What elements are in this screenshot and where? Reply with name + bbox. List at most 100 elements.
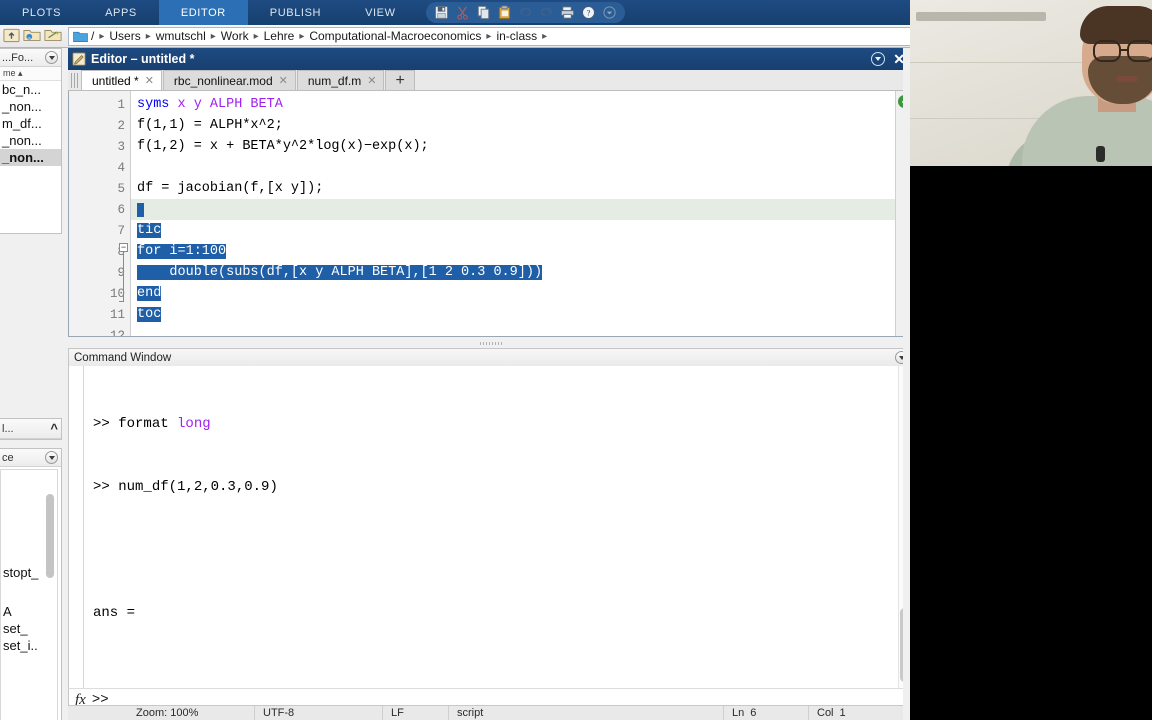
status-line-label: Ln — [732, 707, 745, 719]
status-zoom-label: Zoom: 100% — [136, 707, 199, 719]
list-item[interactable]: set_ — [1, 620, 57, 637]
editor-panel: Editor – untitled * ✕ untitled * ✕ rbc_n… — [68, 48, 913, 338]
list-item[interactable]: m_df... — [0, 115, 61, 132]
command-line: >> format long — [93, 414, 912, 435]
new-tab-label: + — [395, 71, 405, 89]
output-line: ans = — [93, 605, 136, 621]
browse-folder-icon[interactable] — [23, 27, 41, 46]
panel-options-icon[interactable] — [45, 451, 58, 464]
close-icon[interactable]: ✕ — [367, 74, 376, 87]
prompt: >> — [93, 479, 119, 495]
command-line: >> num_df(1,2,0.3,0.9) — [93, 477, 912, 498]
breadcrumb-item-in-class[interactable]: in-class — [496, 29, 537, 43]
webcam-person-mouth — [1116, 76, 1138, 82]
breadcrumb-item-computational-macroeconomics[interactable]: Computational-Macroeconomics — [309, 29, 481, 43]
redo-icon — [537, 3, 556, 22]
list-item-label: _non... — [2, 150, 44, 165]
breadcrumb-separator: ▸ — [145, 30, 151, 42]
code-fold-toggle[interactable]: − — [119, 243, 128, 252]
status-line-ending[interactable]: LF — [383, 705, 449, 720]
status-line-value: 6 — [750, 707, 757, 719]
new-tab-button[interactable]: + — [385, 70, 415, 90]
chevron-up-icon[interactable]: ^ — [50, 421, 58, 436]
save-icon[interactable] — [432, 3, 451, 22]
screen-black-area — [910, 190, 1152, 720]
status-zoom[interactable]: Zoom: 100% — [128, 705, 255, 720]
list-item[interactable]: _non... — [0, 98, 61, 115]
close-icon[interactable]: ✕ — [145, 74, 154, 87]
status-file-type-label: script — [457, 707, 484, 719]
command-window-rule — [83, 366, 84, 688]
editor-command-splitter[interactable] — [68, 338, 913, 348]
address-bar-icons — [0, 27, 66, 46]
status-encoding[interactable]: UTF-8 — [255, 705, 383, 720]
list-item-label: stopt_ — [3, 565, 39, 580]
line-number: 5 — [117, 181, 125, 196]
ribbon-tab-editor[interactable]: EDITOR — [158, 0, 248, 25]
list-item-selected[interactable]: _non... — [0, 149, 61, 166]
details-panel: l... ^ — [0, 418, 62, 440]
close-icon[interactable]: ✕ — [279, 74, 288, 87]
status-col: Col 1 — [809, 706, 913, 720]
line-number: 11 — [109, 307, 125, 322]
workspace-panel-title: ce — [2, 451, 14, 464]
ribbon-tab-apps[interactable]: APPS — [83, 0, 159, 25]
ribbon-tab-publish[interactable]: PUBLISH — [248, 0, 343, 25]
code-line-6 — [131, 199, 895, 220]
copy-icon[interactable] — [474, 3, 493, 22]
editor-gutter: 1 2 3 4 5 6 7 8 9 10 11 12 − — [69, 91, 131, 336]
new-folder-icon[interactable] — [44, 27, 62, 46]
up-folder-icon[interactable] — [3, 27, 20, 46]
breadcrumb-root[interactable]: / — [91, 29, 94, 43]
list-item[interactable]: _non... — [0, 132, 61, 149]
splitter-grip — [479, 342, 502, 345]
panel-options-icon[interactable] — [45, 51, 58, 64]
ribbon-tab-view[interactable]: VIEW — [343, 0, 418, 25]
editor-code-area[interactable]: syms x y ALPH BETA f(1,1) = ALPH*x^2; f(… — [131, 91, 895, 336]
webcam-person-glasses-right — [1127, 40, 1152, 62]
list-item[interactable] — [1, 581, 57, 603]
breadcrumb-item-wmutschl[interactable]: wmutschl — [156, 29, 206, 43]
list-item[interactable]: bc_n... — [0, 81, 61, 98]
tab-num-df-m[interactable]: num_df.m ✕ — [296, 70, 385, 90]
webcam-person-glasses-left — [1093, 40, 1121, 62]
tab-label: num_df.m — [307, 73, 362, 88]
tab-untitled[interactable]: untitled * ✕ — [81, 70, 162, 90]
list-item-label: bc_n... — [2, 82, 42, 97]
code-fold-line — [123, 253, 124, 301]
undo-icon[interactable] — [516, 3, 535, 22]
text-caret — [137, 202, 144, 217]
tab-rbc-nonlinear-mod[interactable]: rbc_nonlinear.mod ✕ — [162, 70, 296, 90]
paste-icon[interactable] — [495, 3, 514, 22]
tab-label: untitled * — [92, 73, 139, 88]
help-icon[interactable]: ? — [579, 3, 598, 22]
code-line-5: df = jacobian(f,[x y]); — [137, 181, 324, 196]
breadcrumb-separator: ▸ — [486, 30, 492, 42]
breadcrumb-item-lehre[interactable]: Lehre — [264, 29, 295, 43]
customize-icon[interactable] — [600, 3, 619, 22]
tab-bar-grip[interactable] — [71, 73, 78, 88]
cut-icon[interactable] — [453, 3, 472, 22]
command-text: format — [118, 416, 178, 432]
matlab-window: PLOTS APPS EDITOR PUBLISH VIEW ? / ▸ Use… — [0, 0, 1152, 720]
list-item[interactable]: stopt_ — [1, 564, 57, 581]
list-item-label: _non... — [2, 133, 42, 148]
webcam-letterbox — [910, 166, 1152, 190]
line-number: 3 — [117, 139, 125, 154]
list-item[interactable]: A — [1, 603, 57, 620]
ribbon-tab-plots[interactable]: PLOTS — [0, 0, 83, 25]
breadcrumb-item-users[interactable]: Users — [109, 29, 140, 43]
command-window-body[interactable]: >> format long >> num_df(1,2,0.3,0.9) an… — [68, 366, 913, 688]
svg-text:?: ? — [586, 8, 590, 18]
line-number: 6 — [117, 202, 125, 217]
workspace-panel: ce stopt_ A set_ set_i.. — [0, 448, 62, 720]
status-col-value: 1 — [839, 707, 846, 719]
current-folder-column-header[interactable]: me ▴ — [0, 67, 61, 81]
list-item[interactable]: set_i.. — [1, 637, 57, 654]
status-file-type[interactable]: script — [449, 705, 724, 720]
output-blank — [93, 666, 912, 687]
print-icon[interactable] — [558, 3, 577, 22]
breadcrumb-separator: ▸ — [99, 30, 105, 42]
panel-options-icon[interactable] — [871, 52, 886, 66]
breadcrumb-item-work[interactable]: Work — [221, 29, 249, 43]
